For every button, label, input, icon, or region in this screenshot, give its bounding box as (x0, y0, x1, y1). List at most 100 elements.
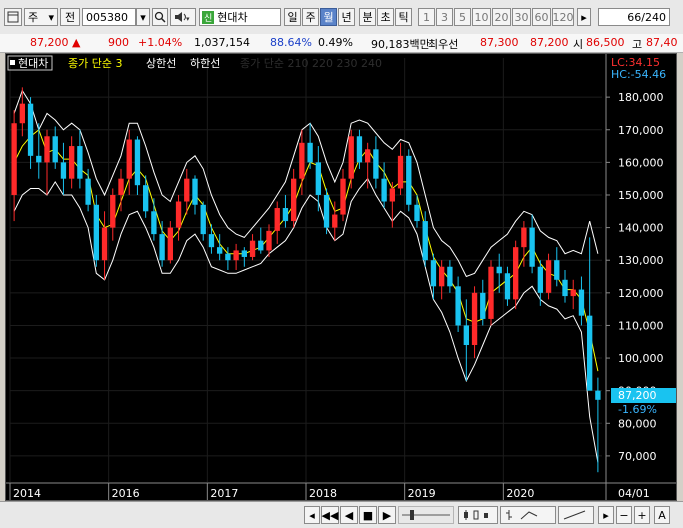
zoom-slider[interactable] (398, 506, 454, 524)
candle-body (290, 178, 297, 222)
candle-body (52, 136, 58, 163)
candle-body (570, 289, 576, 297)
y-tick-label: 180,000 (618, 91, 664, 104)
candle-body (562, 279, 568, 297)
market-select[interactable]: 주 ▾ (24, 8, 58, 26)
scroll-right-button[interactable]: ▸ (598, 506, 614, 524)
interval-5-button[interactable]: 5 (454, 8, 471, 26)
legend-ma-hidden[interactable]: 종가 단순 210 220 230 240 (240, 57, 382, 70)
interval-label: 60 (534, 10, 549, 24)
chevron-right-icon: ▸ (581, 10, 587, 24)
x-tick-label: 2014 (13, 487, 41, 500)
candle-body (249, 240, 256, 257)
code-dropdown-button[interactable]: ▾ (136, 8, 150, 26)
price-change: 900 (108, 36, 129, 49)
stop-button[interactable]: ■ (359, 506, 377, 524)
period-year-label: 년 (341, 11, 352, 24)
second-button[interactable]: 초 (377, 8, 394, 26)
right-arrow-icon: ▸ (603, 508, 609, 522)
candle-body (356, 136, 363, 163)
trade-value: 90,183백만 (371, 38, 430, 51)
candle-body (307, 142, 313, 163)
interval-label: 5 (459, 10, 466, 24)
candle-body (192, 178, 198, 205)
company-field[interactable]: 신 현대차 (199, 8, 281, 26)
pct-tag-text: -1.69% (618, 403, 657, 416)
y-tick-label: 170,000 (618, 124, 664, 137)
interval-120-button[interactable]: 120 (552, 8, 574, 26)
candle-body (159, 234, 165, 261)
candle-body (126, 139, 132, 179)
candle-body (274, 208, 280, 231)
trendline-icon (563, 510, 586, 520)
window-icon-svg (7, 11, 19, 23)
candle-body (521, 227, 527, 248)
candle-body (77, 146, 83, 179)
drawing-tool-button[interactable] (558, 506, 594, 524)
open-value: 86,500 (586, 36, 625, 49)
x-tick-label: 2016 (112, 487, 140, 500)
interval-menu-button[interactable]: ▸ (577, 8, 591, 26)
interval-30-button[interactable]: 30 (512, 8, 531, 26)
page-count-field[interactable]: 66 /240 (598, 8, 670, 26)
play-button[interactable]: ▶ (378, 506, 396, 524)
minute-button[interactable]: 분 (359, 8, 376, 26)
slider-track-icon (402, 510, 450, 520)
x-tick-label: 2019 (408, 487, 436, 500)
volume-ratio: 88.64% (270, 36, 312, 49)
candle-body (447, 266, 453, 287)
interval-3-button[interactable]: 3 (436, 8, 453, 26)
period-type-button[interactable]: 전 (60, 8, 80, 26)
candle-body (44, 136, 50, 163)
period-week-label: 주 (305, 11, 316, 24)
candle-body (578, 289, 585, 316)
interval-1-button[interactable]: 1 (418, 8, 435, 26)
interval-20-button[interactable]: 20 (492, 8, 511, 26)
candle-body (554, 260, 560, 280)
volume: 1,037,154 (194, 36, 250, 49)
candle-body (438, 266, 445, 287)
interval-10-button[interactable]: 10 (472, 8, 491, 26)
x-tick-label: 2017 (210, 487, 238, 500)
candle-body (266, 230, 272, 251)
period-year-button[interactable]: 년 (338, 8, 355, 26)
period-week-button[interactable]: 주 (302, 8, 319, 26)
sound-button[interactable]: ▾ (170, 8, 196, 26)
interval-label: 3 (441, 10, 448, 24)
chart-panel[interactable]: 70,00080,00090,000100,000110,000120,0001… (5, 53, 677, 501)
font-size-button[interactable]: A (654, 506, 670, 524)
zoom-in-button[interactable]: + (634, 506, 650, 524)
y-tick-label: 130,000 (618, 254, 664, 267)
candle-body (381, 178, 387, 202)
stock-code-input[interactable]: 005380 (82, 8, 136, 26)
tick-button[interactable]: 틱 (395, 8, 412, 26)
interval-label: 20 (494, 10, 509, 24)
period-day-button[interactable]: 일 (284, 8, 301, 26)
period-month-button[interactable]: 월 (320, 8, 337, 26)
prev-button[interactable]: ◀ (340, 506, 358, 524)
legend-lower[interactable]: 하한선 (190, 56, 220, 70)
chart-type-button[interactable] (500, 506, 556, 524)
play-label: ▶ (382, 508, 392, 522)
interval-label: 120 (552, 10, 574, 24)
legend-upper[interactable]: 상한선 (146, 57, 176, 70)
zoom-out-button[interactable]: − (616, 506, 632, 524)
chevron-down-icon: ▾ (140, 10, 146, 24)
legend-indicator[interactable]: 종가 단순 3 (68, 57, 122, 70)
legend-name: 현대차 (18, 57, 48, 70)
candle-body (175, 201, 182, 228)
toolbar: 주 ▾ 전 005380 ▾ ▾ 신 현대차 일 주 월 년 분 초 틱 1 3… (0, 0, 683, 35)
best-bid-value: 87,300 (480, 36, 519, 49)
candle-style-icon (464, 510, 488, 520)
window-icon[interactable] (4, 8, 22, 26)
search-button[interactable] (152, 8, 168, 26)
scroll-left-button[interactable]: ◂ (304, 506, 320, 524)
candlestick-chart[interactable]: 70,00080,00090,000100,000110,000120,0001… (6, 54, 676, 500)
chart-style-button[interactable] (458, 506, 498, 524)
candle-body (422, 221, 428, 261)
interval-60-button[interactable]: 60 (532, 8, 551, 26)
left-arrow-icon: ◂ (309, 508, 315, 522)
hc-label: HC:-54.46 (611, 68, 666, 81)
first-button[interactable]: ◀◀ (321, 506, 339, 524)
candle-body (332, 214, 338, 228)
